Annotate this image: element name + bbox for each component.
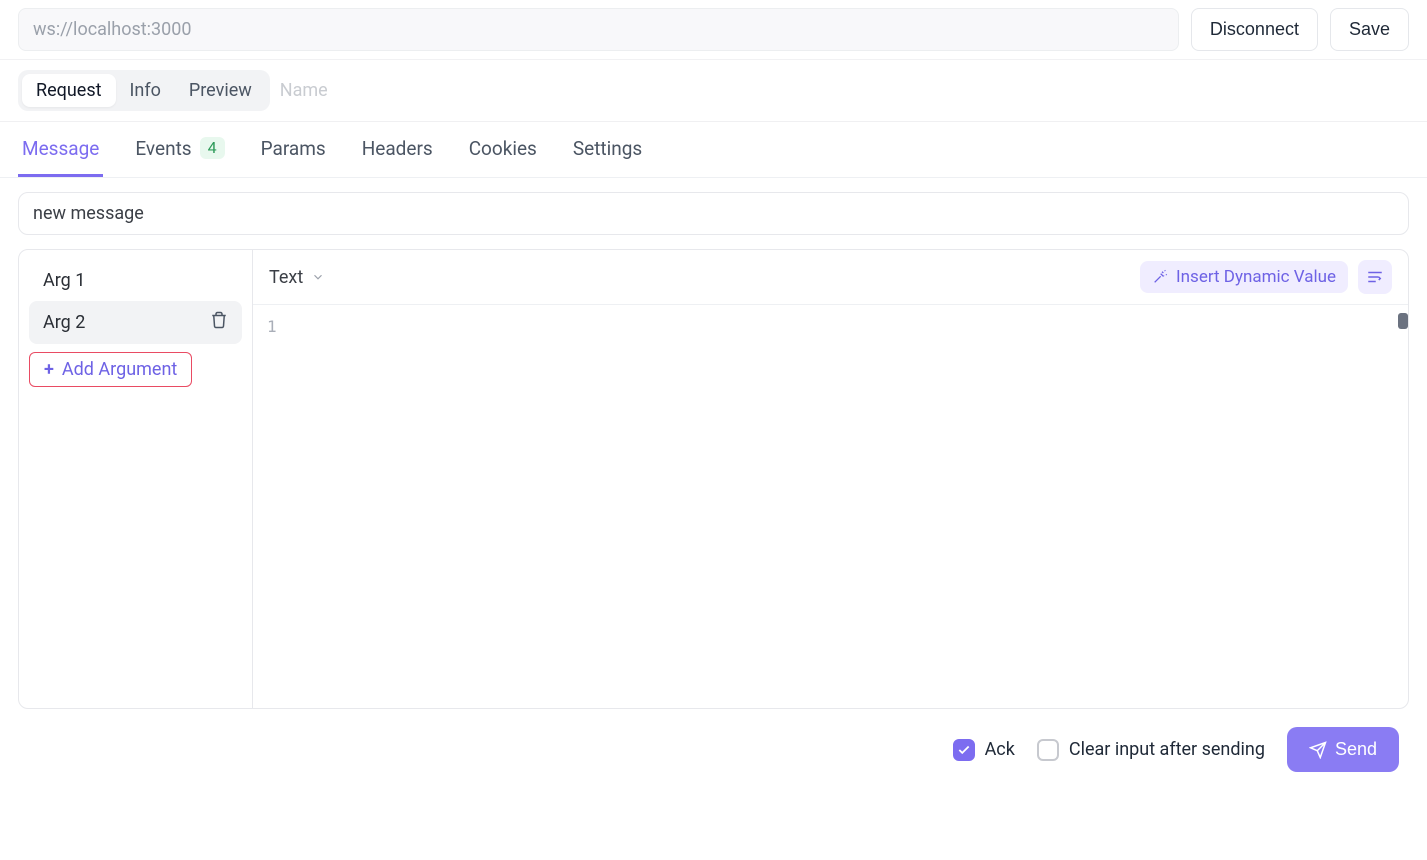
view-bar: Request Info Preview Name xyxy=(0,60,1427,122)
section-tab-params[interactable]: Params xyxy=(257,123,330,177)
section-tab-events[interactable]: Events 4 xyxy=(131,123,228,177)
insert-dynamic-value-label: Insert Dynamic Value xyxy=(1176,267,1336,287)
send-label: Send xyxy=(1335,739,1377,760)
checkbox-icon xyxy=(1037,739,1059,761)
section-tab-events-label: Events xyxy=(135,137,191,160)
editor-panel: Arg 1 Arg 2 + Add Argument Text xyxy=(18,249,1409,709)
footer: Ack Clear input after sending Send xyxy=(0,709,1427,790)
checkbox-icon xyxy=(953,739,975,761)
section-tab-headers[interactable]: Headers xyxy=(358,123,437,177)
section-tab-settings[interactable]: Settings xyxy=(569,123,646,177)
line-number: 1 xyxy=(267,317,277,336)
clear-input-checkbox[interactable]: Clear input after sending xyxy=(1037,739,1265,761)
content: new message Arg 1 Arg 2 + Add Argument T… xyxy=(0,178,1427,709)
editor-column: Text Insert Dynamic Value 1 xyxy=(253,250,1408,708)
section-tab-message[interactable]: Message xyxy=(18,123,103,177)
scrollbar-thumb[interactable] xyxy=(1398,313,1408,329)
ack-checkbox[interactable]: Ack xyxy=(953,739,1015,761)
events-count-badge: 4 xyxy=(200,137,225,159)
save-button[interactable]: Save xyxy=(1330,8,1409,51)
args-column: Arg 1 Arg 2 + Add Argument xyxy=(19,250,253,708)
insert-dynamic-value-button[interactable]: Insert Dynamic Value xyxy=(1140,261,1348,293)
send-button[interactable]: Send xyxy=(1287,727,1399,772)
tab-info[interactable]: Info xyxy=(116,74,175,107)
disconnect-button[interactable]: Disconnect xyxy=(1191,8,1318,51)
trash-icon[interactable] xyxy=(210,311,228,334)
tab-request[interactable]: Request xyxy=(22,74,116,107)
wrap-lines-button[interactable] xyxy=(1358,260,1392,294)
plus-icon: + xyxy=(44,359,54,380)
arg-item-label: Arg 1 xyxy=(43,270,85,291)
wrap-lines-icon xyxy=(1366,268,1384,286)
arg-item-label: Arg 2 xyxy=(43,312,85,333)
body-type-label: Text xyxy=(269,267,303,288)
arg-item-2[interactable]: Arg 2 xyxy=(29,301,242,344)
add-argument-button[interactable]: + Add Argument xyxy=(29,352,192,387)
add-argument-label: Add Argument xyxy=(62,359,177,380)
ack-label: Ack xyxy=(985,739,1015,760)
tab-preview[interactable]: Preview xyxy=(175,74,266,107)
editor-toolbar: Text Insert Dynamic Value xyxy=(253,250,1408,304)
view-tab-group: Request Info Preview xyxy=(18,70,270,111)
magic-wand-icon xyxy=(1152,269,1168,285)
top-bar: ws://localhost:3000 Disconnect Save xyxy=(0,0,1427,60)
clear-input-label: Clear input after sending xyxy=(1069,739,1265,760)
section-tabs: Message Events 4 Params Headers Cookies … xyxy=(0,122,1427,178)
event-name-input[interactable]: new message xyxy=(18,192,1409,235)
url-input[interactable]: ws://localhost:3000 xyxy=(18,8,1179,51)
send-icon xyxy=(1309,741,1327,759)
editor-body[interactable]: 1 xyxy=(253,304,1408,708)
editor-toolbar-right: Insert Dynamic Value xyxy=(1140,260,1392,294)
body-type-select[interactable]: Text xyxy=(269,267,325,288)
arg-item-1[interactable]: Arg 1 xyxy=(29,260,242,301)
chevron-down-icon xyxy=(311,270,325,284)
request-name-placeholder[interactable]: Name xyxy=(280,80,328,101)
section-tab-cookies[interactable]: Cookies xyxy=(465,123,541,177)
